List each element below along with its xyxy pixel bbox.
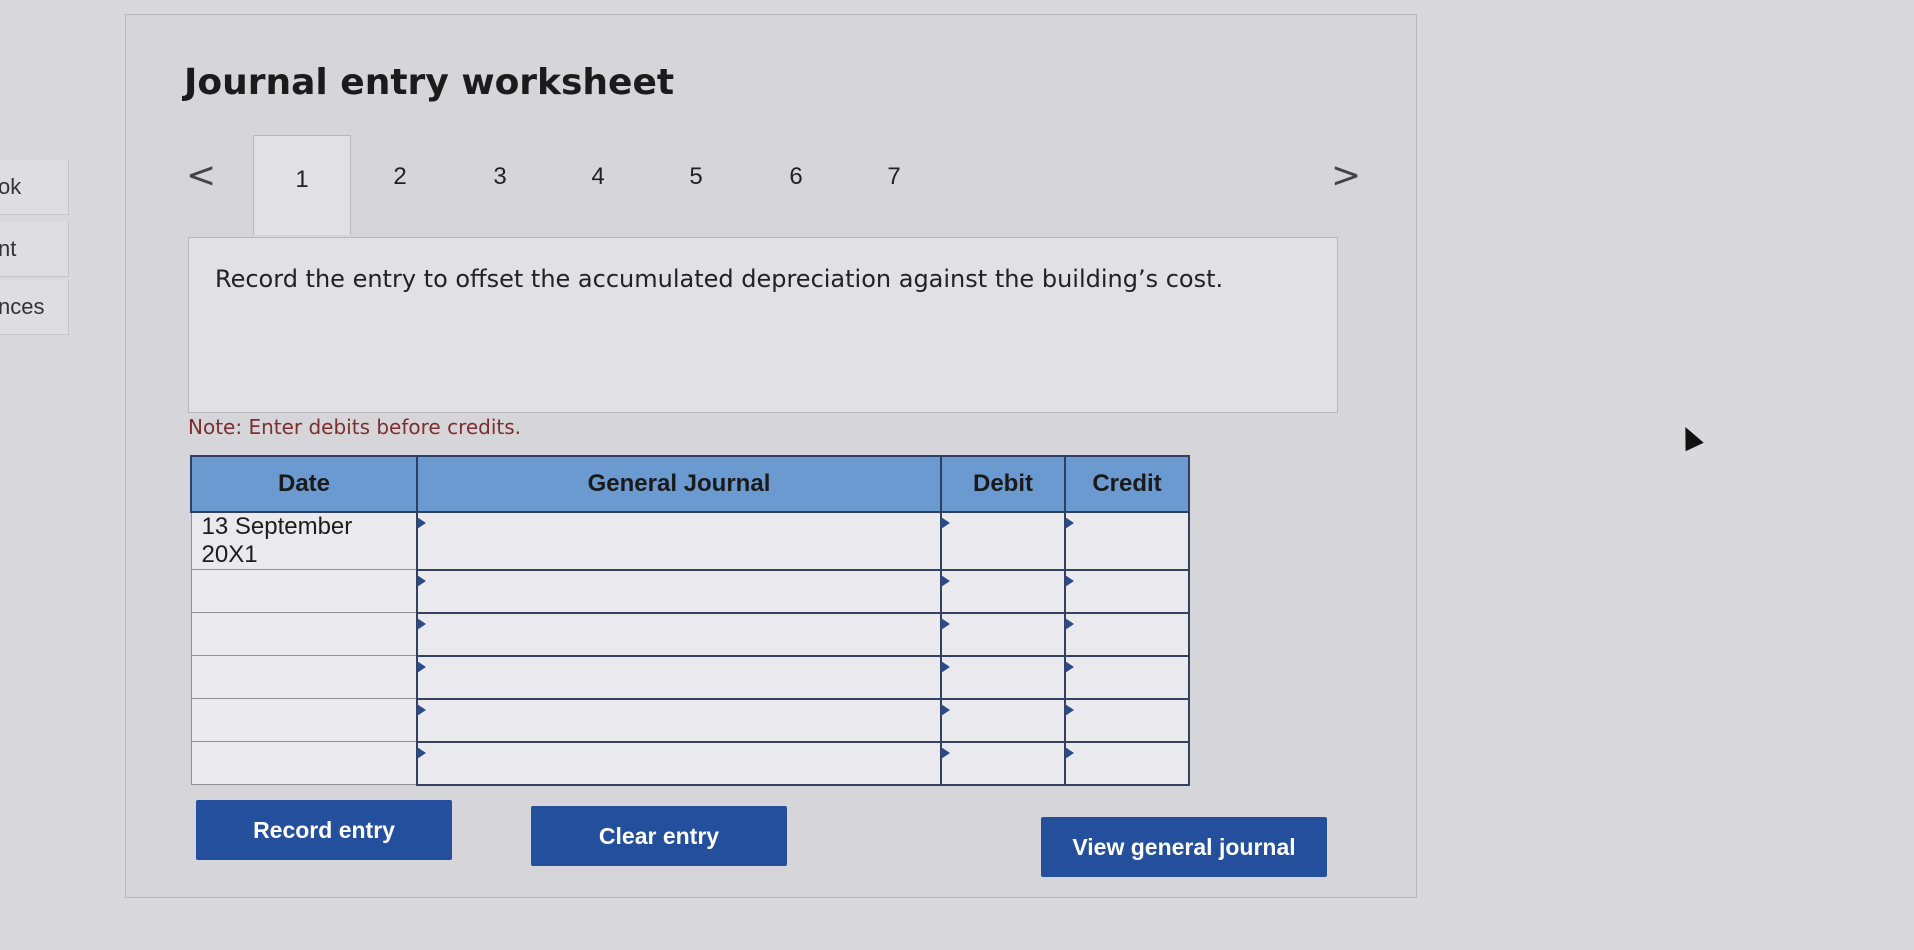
sidebar-item-nces[interactable]: nces: [0, 280, 69, 335]
header-general-journal: General Journal: [416, 455, 942, 513]
entry-tabs: < 1 2 3 4 5 6 7 >: [181, 135, 1401, 235]
debit-input[interactable]: [940, 511, 1066, 571]
mouse-pointer-icon: [1676, 422, 1704, 452]
credit-input[interactable]: [1064, 740, 1190, 786]
account-input[interactable]: [416, 654, 942, 700]
debit-input[interactable]: [940, 740, 1066, 786]
date-cell[interactable]: [190, 612, 418, 656]
dropdown-flag-icon: [1065, 617, 1074, 630]
journal-table: Date General Journal Debit Credit 13 Sep…: [190, 455, 1190, 786]
table-row: [190, 611, 1190, 657]
debit-input[interactable]: [940, 697, 1066, 743]
account-input[interactable]: [416, 740, 942, 786]
dropdown-flag-icon: [1065, 746, 1074, 759]
sidebar-item-ok[interactable]: ok: [0, 160, 69, 215]
tab-7[interactable]: 7: [845, 147, 943, 207]
debit-input[interactable]: [940, 568, 1066, 614]
dropdown-flag-icon: [941, 617, 950, 630]
dropdown-flag-icon: [417, 574, 426, 587]
account-input[interactable]: [416, 611, 942, 657]
credit-input[interactable]: [1064, 511, 1190, 571]
header-debit: Debit: [940, 455, 1066, 513]
dropdown-flag-icon: [417, 703, 426, 716]
tab-3[interactable]: 3: [451, 147, 549, 207]
entry-instruction: Record the entry to offset the accumulat…: [188, 237, 1338, 413]
debit-input[interactable]: [940, 654, 1066, 700]
dropdown-flag-icon: [417, 517, 426, 529]
table-row: 13 September 20X1: [190, 511, 1190, 571]
dropdown-flag-icon: [941, 746, 950, 759]
table-row: [190, 568, 1190, 614]
sidebar-item-label: nces: [0, 294, 45, 319]
credit-input[interactable]: [1064, 654, 1190, 700]
dropdown-flag-icon: [941, 517, 950, 529]
dropdown-flag-icon: [941, 703, 950, 716]
dropdown-flag-icon: [417, 746, 426, 759]
header-credit: Credit: [1064, 455, 1190, 513]
table-row: [190, 740, 1190, 786]
sidebar-item-nt[interactable]: nt: [0, 222, 69, 277]
debit-input[interactable]: [940, 611, 1066, 657]
table-header-row: Date General Journal Debit Credit: [190, 455, 1190, 513]
dropdown-flag-icon: [1065, 574, 1074, 587]
sidebar-item-label: ok: [0, 174, 22, 199]
header-date: Date: [190, 455, 418, 513]
next-arrow-icon[interactable]: >: [1331, 155, 1361, 196]
credit-input[interactable]: [1064, 611, 1190, 657]
sidebar-item-label: nt: [0, 236, 17, 261]
credit-input[interactable]: [1064, 697, 1190, 743]
date-cell[interactable]: [190, 569, 418, 613]
note-text: Note: Enter debits before credits.: [188, 415, 522, 439]
dropdown-flag-icon: [941, 574, 950, 587]
table-row: [190, 654, 1190, 700]
table-row: [190, 697, 1190, 743]
date-cell[interactable]: [190, 741, 418, 785]
dropdown-flag-icon: [417, 617, 426, 630]
dropdown-flag-icon: [417, 660, 426, 673]
tab-1[interactable]: 1: [253, 135, 351, 235]
tab-5[interactable]: 5: [647, 147, 745, 207]
tab-4[interactable]: 4: [549, 147, 647, 207]
dropdown-flag-icon: [1065, 703, 1074, 716]
dropdown-flag-icon: [1065, 517, 1074, 529]
tab-6[interactable]: 6: [747, 147, 845, 207]
tab-2[interactable]: 2: [351, 147, 449, 207]
view-general-journal-button[interactable]: View general journal: [1041, 817, 1327, 877]
dropdown-flag-icon: [1065, 660, 1074, 673]
clear-entry-button[interactable]: Clear entry: [531, 806, 787, 866]
date-cell[interactable]: [190, 698, 418, 742]
journal-worksheet-panel: Journal entry worksheet < 1 2 3 4 5 6 7 …: [125, 14, 1417, 898]
account-input[interactable]: [416, 511, 942, 571]
dropdown-flag-icon: [941, 660, 950, 673]
date-cell[interactable]: [190, 655, 418, 699]
date-cell[interactable]: 13 September 20X1: [190, 511, 418, 570]
record-entry-button[interactable]: Record entry: [196, 800, 452, 860]
credit-input[interactable]: [1064, 568, 1190, 614]
account-input[interactable]: [416, 568, 942, 614]
page-title: Journal entry worksheet: [184, 62, 675, 103]
prev-arrow-icon[interactable]: <: [186, 155, 216, 196]
account-input[interactable]: [416, 697, 942, 743]
